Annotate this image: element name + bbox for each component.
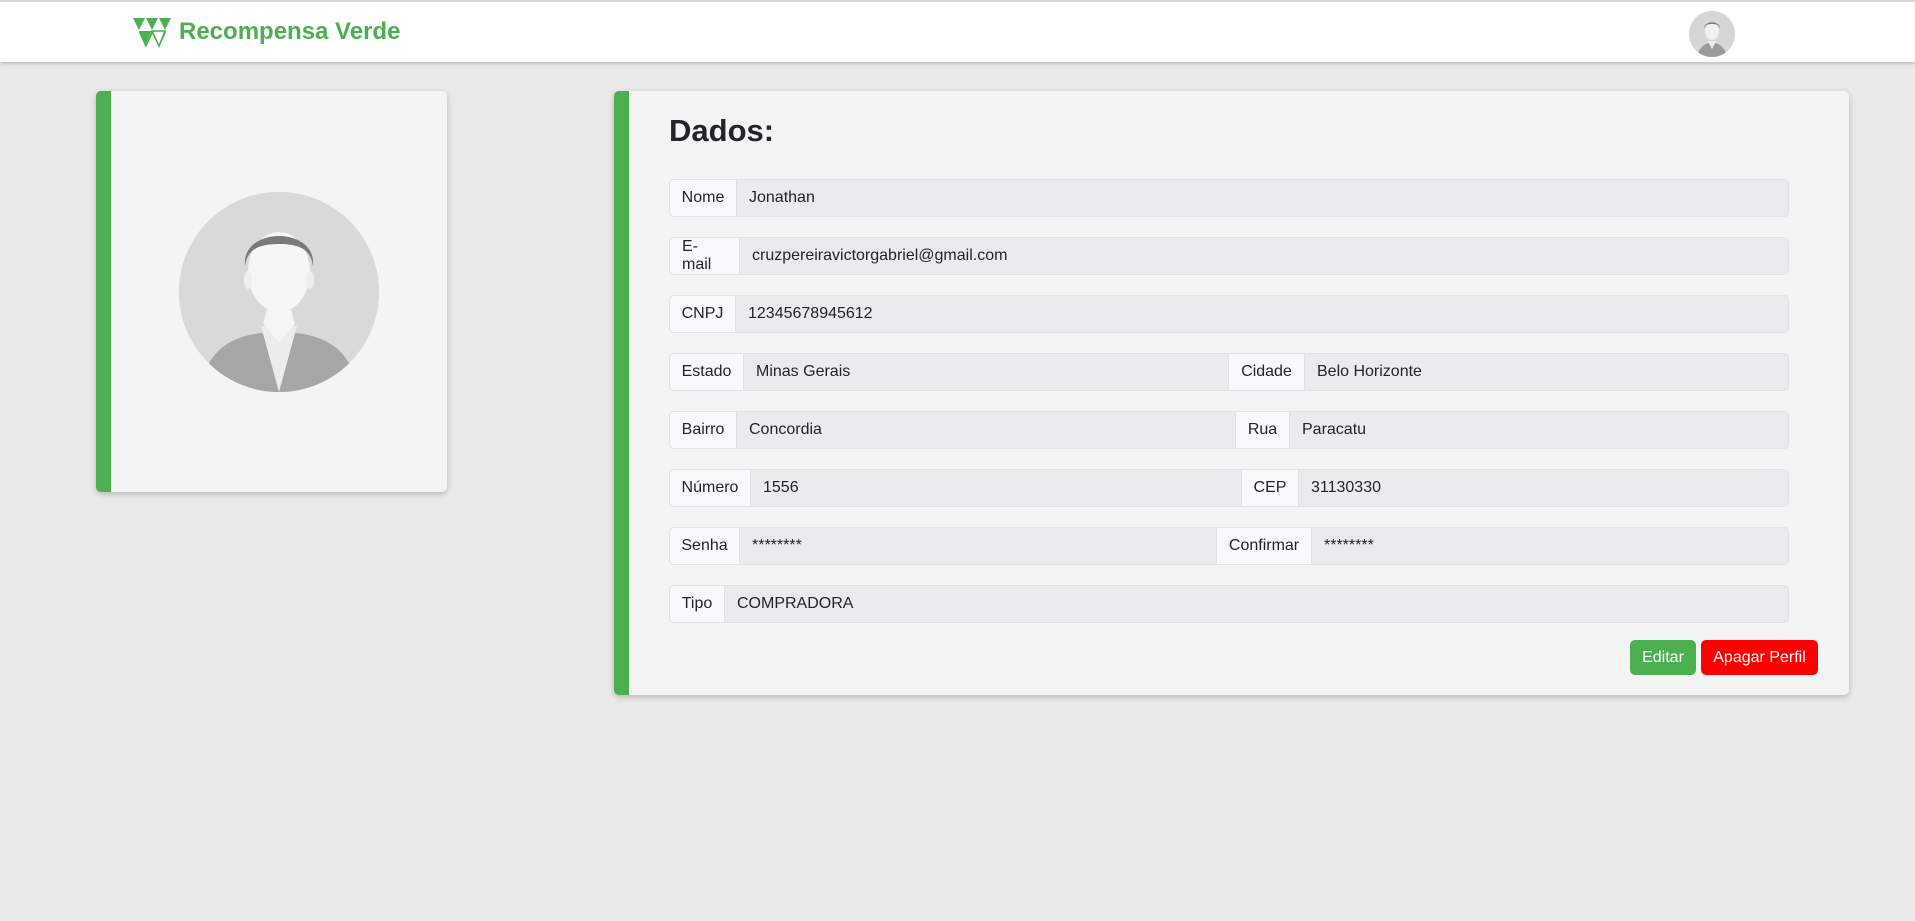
nome-field[interactable]: Jonathan bbox=[737, 179, 1789, 217]
user-avatar-icon[interactable] bbox=[1689, 11, 1735, 57]
senha-confirmar-group: Senha ******** Confirmar ******** bbox=[669, 527, 1789, 565]
senha-label: Senha bbox=[669, 527, 740, 565]
numero-cep-group: Número 1556 CEP 31130330 bbox=[669, 469, 1789, 507]
brand-link[interactable]: Recompensa Verde bbox=[133, 15, 400, 49]
email-field[interactable]: cruzpereiravictorgabriel@gmail.com bbox=[740, 237, 1789, 275]
tipo-field[interactable]: COMPRADORA bbox=[725, 585, 1789, 623]
cep-label: CEP bbox=[1242, 469, 1299, 507]
profile-photo-placeholder bbox=[179, 192, 379, 392]
rua-field[interactable]: Paracatu bbox=[1290, 411, 1789, 449]
numero-label: Número bbox=[669, 469, 751, 507]
cidade-label: Cidade bbox=[1229, 353, 1305, 391]
section-title: Dados: bbox=[669, 113, 775, 148]
edit-button[interactable]: Editar bbox=[1630, 640, 1696, 675]
estado-cidade-group: Estado Minas Gerais Cidade Belo Horizont… bbox=[669, 353, 1789, 391]
nome-group: Nome Jonathan bbox=[669, 179, 1789, 217]
tipo-group: Tipo COMPRADORA bbox=[669, 585, 1789, 623]
delete-profile-button[interactable]: Apagar Perfil bbox=[1701, 640, 1818, 675]
numero-field[interactable]: 1556 bbox=[751, 469, 1242, 507]
senha-field[interactable]: ******** bbox=[740, 527, 1217, 565]
profile-photo-card bbox=[96, 91, 447, 492]
estado-field[interactable]: Minas Gerais bbox=[744, 353, 1229, 391]
nome-label: Nome bbox=[669, 179, 737, 217]
cidade-field[interactable]: Belo Horizonte bbox=[1305, 353, 1789, 391]
estado-label: Estado bbox=[669, 353, 744, 391]
triangles-logo-icon bbox=[133, 18, 171, 48]
tipo-label: Tipo bbox=[669, 585, 725, 623]
confirmar-field[interactable]: ******** bbox=[1312, 527, 1789, 565]
cnpj-label: CNPJ bbox=[669, 295, 736, 333]
user-data-card: Dados: Nome Jonathan E-mail cruzpereirav… bbox=[614, 91, 1849, 695]
email-label: E-mail bbox=[669, 237, 740, 275]
bairro-label: Bairro bbox=[669, 411, 737, 449]
bairro-rua-group: Bairro Concordia Rua Paracatu bbox=[669, 411, 1789, 449]
bairro-field[interactable]: Concordia bbox=[737, 411, 1236, 449]
confirmar-label: Confirmar bbox=[1217, 527, 1312, 565]
top-navbar: Recompensa Verde bbox=[0, 0, 1915, 62]
rua-label: Rua bbox=[1236, 411, 1290, 449]
cep-field[interactable]: 31130330 bbox=[1299, 469, 1789, 507]
email-group: E-mail cruzpereiravictorgabriel@gmail.co… bbox=[669, 237, 1789, 275]
brand-name: Recompensa Verde bbox=[179, 18, 401, 45]
cnpj-field[interactable]: 12345678945612 bbox=[736, 295, 1789, 333]
cnpj-group: CNPJ 12345678945612 bbox=[669, 295, 1789, 333]
